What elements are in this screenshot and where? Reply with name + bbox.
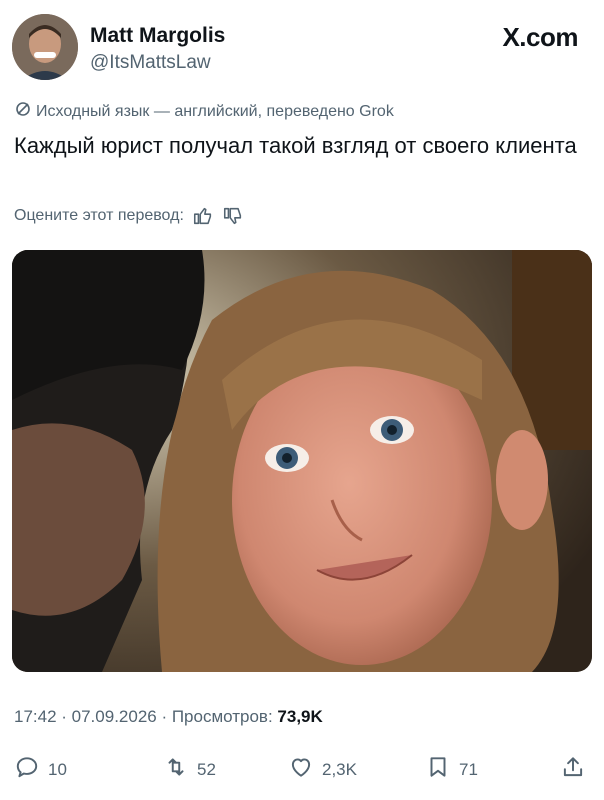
bookmark-count: 71 — [459, 759, 478, 779]
avatar[interactable] — [12, 14, 78, 80]
translate-icon — [14, 100, 32, 123]
rate-translation: Оцените этот перевод: — [14, 205, 244, 227]
tweet-header: Matt Margolis @ItsMattsLaw X.com — [12, 14, 592, 84]
bookmark-button[interactable]: 71 — [425, 754, 478, 785]
author-handle[interactable]: @ItsMattsLaw — [90, 52, 211, 74]
timestamp[interactable]: 17:42 · 07.09.2026 · Просмотров: — [14, 707, 277, 726]
tweet-image[interactable] — [12, 250, 592, 672]
rate-prompt: Оцените этот перевод: — [14, 207, 184, 224]
action-bar: 10 52 2,3K 71 — [0, 748, 604, 788]
share-icon — [560, 754, 586, 785]
reply-button[interactable]: 10 — [14, 754, 67, 785]
translation-note[interactable]: Исходный язык — английский, переведено G… — [14, 100, 394, 123]
reply-icon — [14, 754, 40, 785]
repost-count: 52 — [197, 759, 216, 779]
bookmark-icon — [425, 754, 451, 785]
thumbs-up-icon[interactable] — [192, 205, 214, 227]
author-name[interactable]: Matt Margolis — [90, 24, 225, 48]
like-count: 2,3K — [322, 759, 357, 779]
tweet-meta: 17:42 · 07.09.2026 · Просмотров: 73,9K — [14, 707, 323, 727]
x-logo: X.com — [502, 22, 578, 52]
reply-count: 10 — [48, 759, 67, 779]
tweet-text: Каждый юрист получал такой взгляд от сво… — [14, 133, 577, 158]
like-icon — [288, 754, 314, 785]
translation-note-text: Исходный язык — английский, переведено G… — [36, 102, 394, 120]
repost-icon — [163, 754, 189, 785]
repost-button[interactable]: 52 — [163, 754, 216, 785]
view-count: 73,9K — [277, 707, 323, 726]
like-button[interactable]: 2,3K — [288, 754, 357, 785]
share-button[interactable] — [560, 754, 586, 785]
thumbs-down-icon[interactable] — [222, 205, 244, 227]
